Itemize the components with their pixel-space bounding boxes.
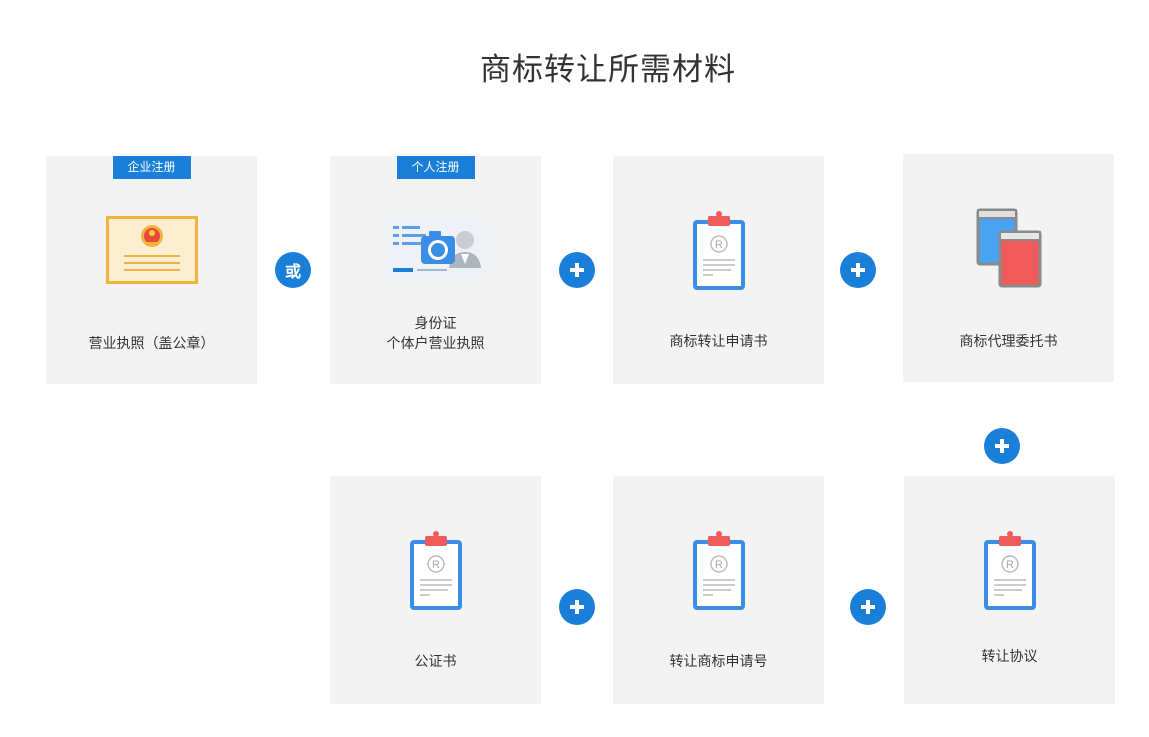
card-transfer-agreement[interactable]: R 转让协议 <box>904 476 1115 704</box>
card-label: 转让协议 <box>981 649 1038 665</box>
plus-icon <box>984 428 1020 464</box>
plus-icon <box>850 589 886 625</box>
card-id-card[interactable]: 个人注册 身份证 个体户营业执照 <box>330 156 541 384</box>
card-notarial-certificate[interactable]: R 公证书 <box>330 476 541 704</box>
enterprise-registration-badge: 企业注册 <box>112 156 191 179</box>
card-agency-authorization[interactable]: 商标代理委托书 <box>903 154 1114 382</box>
card-transfer-application-number[interactable]: R 转让商标申请号 <box>613 476 824 704</box>
certificate-icon <box>46 216 257 284</box>
clipboard-trademark-icon: R <box>613 530 824 612</box>
svg-text:R: R <box>715 559 723 571</box>
card-label: 商标代理委托书 <box>959 334 1058 350</box>
or-connector: 或 <box>275 252 311 288</box>
card-label: 营业执照（盖公章） <box>88 336 215 352</box>
books-icon <box>903 206 1114 288</box>
clipboard-trademark-icon: R <box>330 530 541 612</box>
card-business-license[interactable]: 企业注册 营业执照（盖公章） <box>46 156 257 384</box>
plus-icon <box>840 252 876 288</box>
individual-registration-badge: 个人注册 <box>396 156 475 179</box>
clipboard-trademark-icon: R <box>904 530 1115 612</box>
card-label-line2: 个体户营业执照 <box>386 336 485 352</box>
plus-icon <box>559 589 595 625</box>
svg-text:R: R <box>432 559 440 571</box>
id-card-camera-icon <box>330 216 541 282</box>
page-title: 商标转让所需材料 <box>480 52 736 88</box>
card-label: 商标转让申请书 <box>669 334 768 350</box>
or-label: 或 <box>284 262 301 281</box>
card-label-line1: 身份证 <box>414 316 457 332</box>
card-label: 转让商标申请号 <box>669 654 768 670</box>
plus-icon <box>559 252 595 288</box>
card-transfer-application[interactable]: R 商标转让申请书 <box>613 156 824 384</box>
card-label: 公证书 <box>414 654 457 670</box>
svg-text:R: R <box>1006 559 1014 571</box>
clipboard-trademark-icon: R <box>613 210 824 292</box>
svg-text:R: R <box>715 239 723 251</box>
